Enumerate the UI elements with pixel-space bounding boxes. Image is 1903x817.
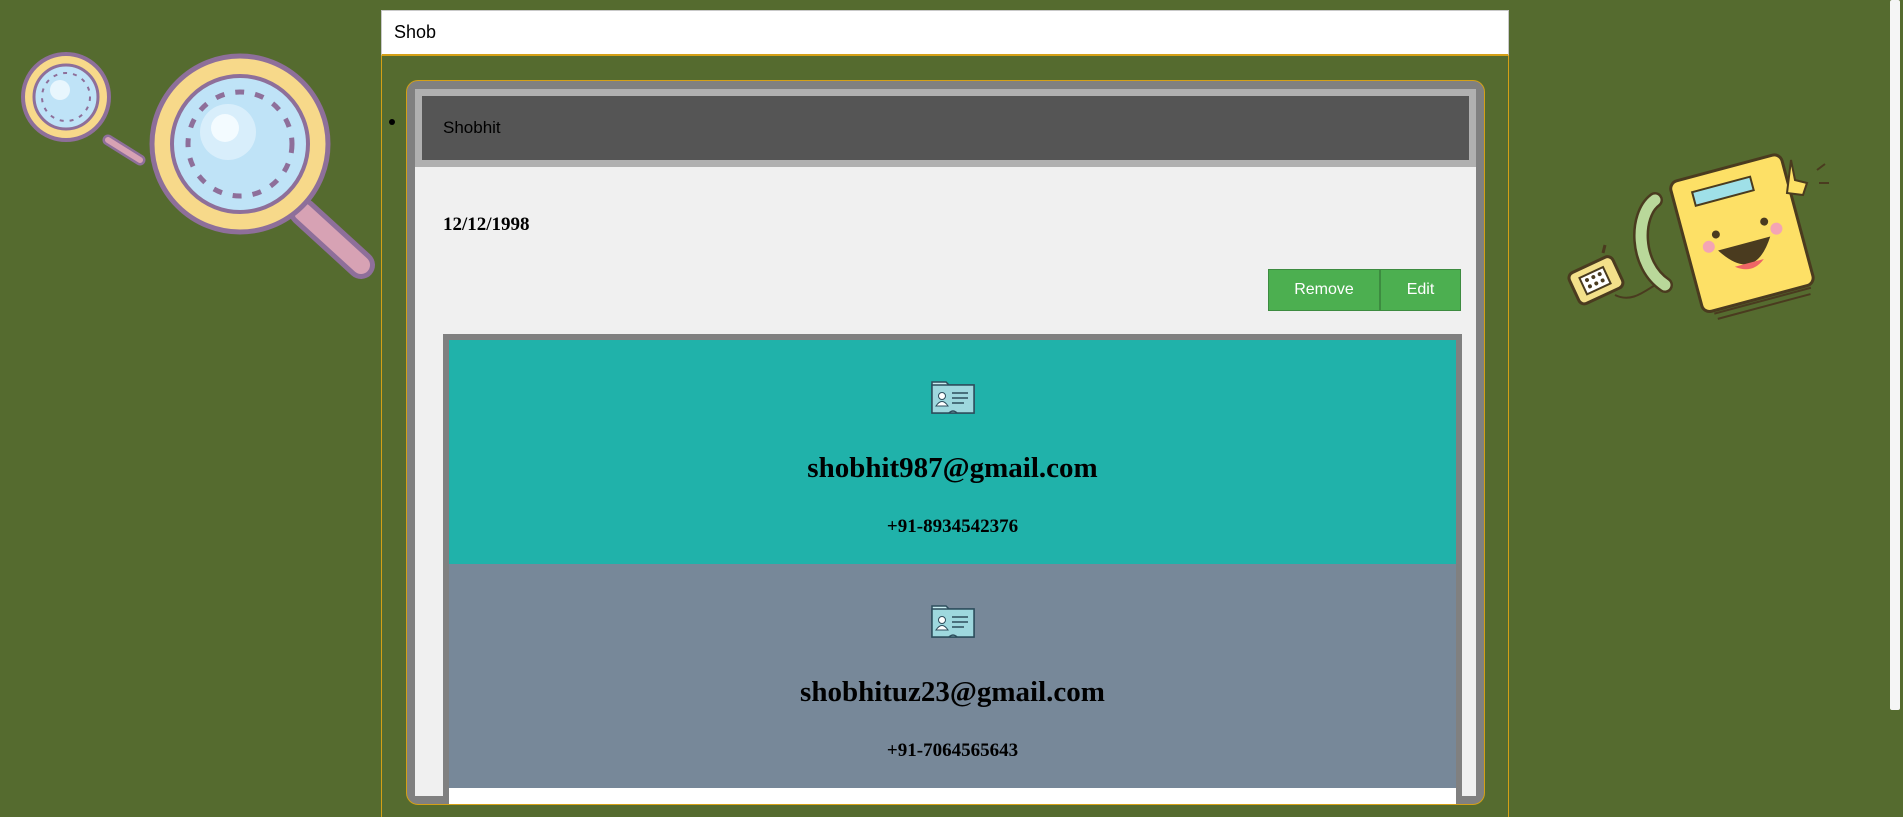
scrollbar-thumb[interactable] <box>1890 0 1900 710</box>
contact-entry: shobhituz23@gmail.com +91-7064565643 <box>449 564 1456 788</box>
magnifying-glass-icon <box>21 52 375 279</box>
search-input[interactable] <box>382 11 1508 54</box>
list-bullet <box>389 119 395 125</box>
edit-button[interactable]: Edit <box>1380 269 1461 311</box>
contact-entry: shobhit987@gmail.com +91-8934542376 <box>449 340 1456 564</box>
contact-email: shobhituz23@gmail.com <box>800 676 1105 708</box>
contact-card-icon <box>930 381 975 414</box>
phonebook-mascot-icon <box>1567 153 1829 320</box>
contact-email: shobhit987@gmail.com <box>807 452 1098 484</box>
contact-card-icon <box>930 605 975 638</box>
contact-card-header[interactable]: Shobhit <box>415 89 1476 167</box>
contact-name: Shobhit <box>443 118 501 137</box>
contact-dob: 12/12/1998 <box>443 214 530 235</box>
contact-card: Shobhit 12/12/1998 Remove Edit shobhit98… <box>406 80 1485 805</box>
page-scrollbar[interactable] <box>1886 0 1903 817</box>
contact-phone: +91-7064565643 <box>886 740 1019 761</box>
contact-phone: +91-8934542376 <box>886 516 1019 537</box>
contact-details: shobhit987@gmail.com +91-8934542376 shob… <box>443 334 1462 804</box>
search-box <box>381 10 1509 56</box>
contact-card-header-bar: Shobhit <box>422 96 1469 160</box>
contact-card-body: Shobhit 12/12/1998 Remove Edit shobhit98… <box>415 89 1476 804</box>
remove-button[interactable]: Remove <box>1268 269 1380 311</box>
